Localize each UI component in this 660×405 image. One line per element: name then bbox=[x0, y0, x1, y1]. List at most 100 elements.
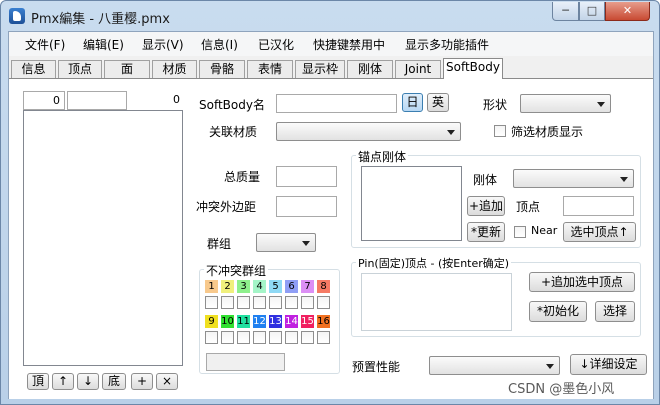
near-label: Near bbox=[531, 224, 558, 237]
menu-localized[interactable]: 已汉化 bbox=[258, 36, 294, 53]
add-button[interactable]: + bbox=[131, 373, 153, 390]
pin-vertex-list[interactable] bbox=[361, 273, 512, 331]
margin-label: 冲突外边距 bbox=[196, 200, 257, 214]
group-checkbox-12[interactable] bbox=[253, 331, 266, 344]
group-swatch-13: 13 bbox=[269, 315, 282, 328]
group-checkbox-6[interactable] bbox=[285, 296, 298, 309]
rigid-select[interactable] bbox=[513, 169, 634, 188]
tab-morph[interactable]: 表情 bbox=[247, 60, 293, 78]
move-down-button[interactable]: ↓ bbox=[77, 373, 99, 390]
preset-label: 预置性能 bbox=[352, 360, 401, 374]
softbody-page: 0 0 頂 ↑ ↓ 底 + × SoftBody名 日 英 形状 关联材质 筛选… bbox=[9, 78, 653, 399]
group-checkbox-3[interactable] bbox=[237, 296, 250, 309]
group-checkbox-8[interactable] bbox=[317, 296, 330, 309]
app-icon bbox=[9, 8, 25, 24]
group-checkbox-4[interactable] bbox=[253, 296, 266, 309]
tab-info[interactable]: 信息 bbox=[11, 60, 56, 78]
group-swatch-4: 4 bbox=[253, 280, 266, 293]
softbody-list[interactable] bbox=[23, 110, 183, 366]
anchor-list[interactable] bbox=[361, 166, 462, 241]
group-checkbox-16[interactable] bbox=[317, 331, 330, 344]
group-swatch-10: 10 bbox=[221, 315, 234, 328]
collision-mask-field[interactable] bbox=[206, 353, 285, 371]
group-checkbox-7[interactable] bbox=[301, 296, 314, 309]
tab-rigidbody[interactable]: 刚体 bbox=[347, 60, 393, 78]
delete-button[interactable]: × bbox=[156, 373, 178, 390]
group-select[interactable] bbox=[256, 233, 316, 252]
anchor-update-button[interactable]: *更新 bbox=[467, 222, 505, 242]
add-selected-vertex-button[interactable]: +追加选中顶点 bbox=[529, 272, 635, 292]
group-checkbox-5[interactable] bbox=[269, 296, 282, 309]
tab-bone[interactable]: 骨骼 bbox=[199, 60, 245, 78]
close-button[interactable]: ✕ bbox=[605, 2, 650, 21]
shape-select[interactable] bbox=[520, 94, 611, 113]
group-swatch-16: 16 bbox=[317, 315, 330, 328]
menu-edit[interactable]: 编辑(E) bbox=[83, 36, 124, 53]
menu-shortcut-disabled[interactable]: 快捷键禁用中 bbox=[313, 36, 385, 53]
maximize-button[interactable]: □ bbox=[579, 2, 605, 21]
margin-input[interactable] bbox=[276, 196, 337, 217]
group-checkbox-9[interactable] bbox=[205, 331, 218, 344]
group-swatch-6: 6 bbox=[285, 280, 298, 293]
init-button[interactable]: *初始化 bbox=[529, 301, 587, 322]
group-swatch-2: 2 bbox=[221, 280, 234, 293]
group-checkbox-11[interactable] bbox=[237, 331, 250, 344]
move-top-button[interactable]: 頂 bbox=[27, 373, 49, 390]
select-pin-button[interactable]: 选择 bbox=[595, 301, 635, 322]
tab-material[interactable]: 材质 bbox=[152, 60, 197, 78]
near-checkbox[interactable] bbox=[514, 226, 526, 238]
lang-en-button[interactable]: 英 bbox=[427, 93, 449, 112]
filter-material-checkbox[interactable] bbox=[494, 125, 506, 137]
material-label: 关联材质 bbox=[209, 125, 258, 139]
group-swatch-3: 3 bbox=[237, 280, 250, 293]
chevron-down-icon bbox=[302, 240, 310, 246]
group-checkbox-13[interactable] bbox=[269, 331, 282, 344]
collision-group-title: 不冲突群组 bbox=[204, 262, 269, 279]
detail-settings-button[interactable]: ↓详细设定 bbox=[570, 354, 647, 375]
mass-input[interactable] bbox=[276, 166, 337, 187]
preset-select[interactable] bbox=[429, 356, 560, 375]
group-checkbox-15[interactable] bbox=[301, 331, 314, 344]
group-checkbox-14[interactable] bbox=[285, 331, 298, 344]
select-vertex-button[interactable]: 选中顶点↑ bbox=[563, 222, 636, 242]
group-label: 群组 bbox=[207, 237, 232, 251]
move-up-button[interactable]: ↑ bbox=[52, 373, 74, 390]
shape-label: 形状 bbox=[483, 98, 508, 112]
filter-material-label: 筛选材质显示 bbox=[511, 125, 584, 139]
title-bar[interactable]: Pmx編集 - 八重樱.pmx ─ □ ✕ bbox=[1, 1, 659, 31]
tab-bar: 信息 顶点 面 材质 骨骼 表情 显示枠 刚体 Joint SoftBody bbox=[9, 58, 653, 79]
menu-view[interactable]: 显示(V) bbox=[142, 36, 184, 53]
vertex-input[interactable] bbox=[563, 196, 634, 216]
group-swatch-12: 12 bbox=[253, 315, 266, 328]
minimize-button[interactable]: ─ bbox=[552, 2, 579, 21]
menu-info[interactable]: 信息(I) bbox=[201, 36, 238, 53]
pin-vertex-box: Pin(固定)顶点 - (按Enter确定) +追加选中顶点 *初始化 选择 bbox=[351, 255, 641, 337]
index-field[interactable]: 0 bbox=[23, 91, 65, 110]
name-label: SoftBody名 bbox=[199, 98, 265, 112]
group-checkbox-10[interactable] bbox=[221, 331, 234, 344]
anchor-rigidbody-title: 锚点刚体 bbox=[356, 148, 409, 165]
search-field[interactable] bbox=[67, 91, 127, 110]
lang-jp-button[interactable]: 日 bbox=[402, 93, 423, 112]
tab-joint[interactable]: Joint bbox=[395, 60, 441, 78]
chevron-down-icon bbox=[447, 129, 455, 135]
group-checkbox-1[interactable] bbox=[205, 296, 218, 309]
mass-label: 总质量 bbox=[224, 170, 261, 184]
anchor-add-button[interactable]: +追加 bbox=[467, 196, 505, 216]
tab-face[interactable]: 面 bbox=[104, 60, 150, 78]
tab-display-frame[interactable]: 显示枠 bbox=[295, 60, 345, 78]
tab-softbody[interactable]: SoftBody bbox=[443, 58, 503, 79]
group-swatch-15: 15 bbox=[301, 315, 314, 328]
rigid-label: 刚体 bbox=[473, 173, 498, 187]
chevron-down-icon bbox=[546, 363, 554, 369]
menu-plugins[interactable]: 显示多功能插件 bbox=[405, 36, 489, 53]
material-select[interactable] bbox=[276, 122, 461, 141]
chevron-down-icon bbox=[597, 101, 605, 107]
group-checkbox-2[interactable] bbox=[221, 296, 234, 309]
main-window: Pmx編集 - 八重樱.pmx ─ □ ✕ 文件(F) 编辑(E) 显示(V) … bbox=[0, 0, 660, 405]
chevron-down-icon bbox=[620, 176, 628, 182]
name-input[interactable] bbox=[276, 94, 397, 113]
move-bottom-button[interactable]: 底 bbox=[102, 373, 126, 390]
tab-vertex[interactable]: 顶点 bbox=[58, 60, 102, 78]
menu-file[interactable]: 文件(F) bbox=[25, 36, 65, 53]
